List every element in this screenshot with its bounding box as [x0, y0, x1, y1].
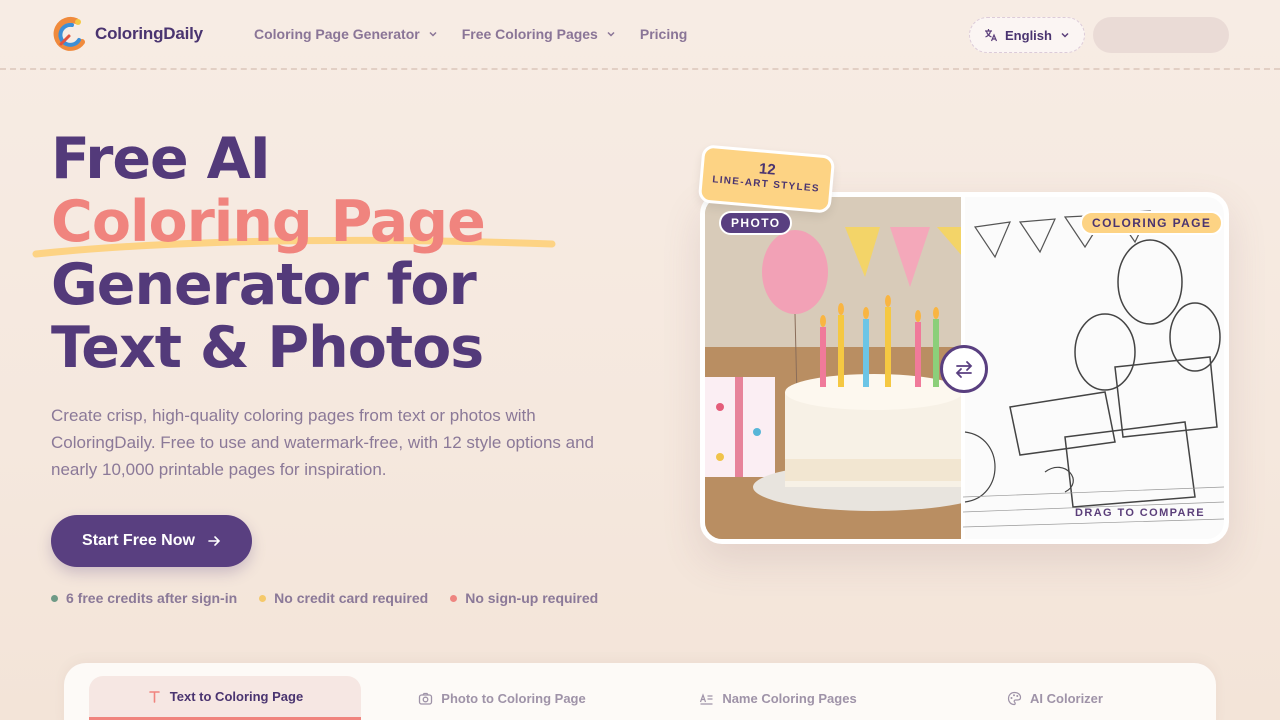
nav-label: Coloring Page Generator: [254, 26, 420, 42]
nav-label: Free Coloring Pages: [461, 26, 598, 42]
hero-title-line: Generator for: [51, 252, 477, 318]
brand-logo[interactable]: ColoringDaily: [52, 16, 203, 52]
language-label: English: [1005, 27, 1052, 43]
tab-photo-to-coloring-page[interactable]: Photo to Coloring Page: [396, 676, 608, 720]
cta-label: Start Free Now: [82, 532, 195, 549]
account-button-placeholder[interactable]: [1093, 17, 1229, 53]
nav-pricing[interactable]: Pricing: [640, 26, 687, 42]
line-art-styles-badge: 12 LINE-ART STYLES: [697, 144, 836, 214]
name-text-icon: [700, 692, 713, 705]
chevron-down-icon: [1061, 32, 1069, 38]
hero-title-accent: Coloring Page: [51, 189, 486, 255]
tab-label: AI Colorizer: [1030, 690, 1103, 706]
hero-title-line: Free AI: [51, 126, 271, 192]
coloring-page-tag: COLORING PAGE: [1080, 211, 1224, 235]
site-header: ColoringDaily Coloring Page Generator Fr…: [0, 0, 1280, 70]
perk-item: No credit card required: [259, 590, 428, 606]
tab-label: Name Coloring Pages: [722, 690, 857, 706]
logo-icon: [53, 16, 85, 51]
perk-dot: [450, 594, 458, 602]
translate-icon: [985, 29, 998, 42]
tab-label: Text to Coloring Page: [169, 689, 304, 704]
start-free-button[interactable]: Start Free Now: [51, 515, 252, 567]
perk-dot: [259, 594, 267, 602]
text-icon: [148, 691, 160, 703]
perk-item: 6 free credits after sign-in: [51, 590, 237, 606]
compare-slider-handle[interactable]: [940, 345, 988, 393]
perk-label: No sign-up required: [465, 590, 599, 606]
main-nav: Coloring Page Generator Free Coloring Pa…: [254, 26, 711, 42]
swap-arrows-icon: [955, 361, 973, 378]
camera-icon: [419, 692, 433, 705]
tab-ai-colorizer[interactable]: AI Colorizer: [990, 676, 1120, 720]
perk-item: No sign-up required: [450, 590, 598, 606]
palette-icon: [1007, 691, 1022, 705]
perk-dot: [51, 594, 58, 602]
perks-list: 6 free credits after sign-in No credit c…: [51, 590, 620, 606]
hero-title-line: Text & Photos: [51, 315, 484, 381]
chevron-down-icon: [429, 31, 437, 37]
hero-description: Create crisp, high-quality coloring page…: [51, 406, 594, 479]
tab-name-coloring-pages[interactable]: Name Coloring Pages: [684, 676, 872, 720]
language-selector[interactable]: English: [969, 17, 1085, 53]
brand-name: ColoringDaily: [95, 24, 203, 43]
arrow-right-icon: [208, 536, 221, 546]
perk-label: 6 free credits after sign-in: [66, 590, 238, 606]
tab-text-to-coloring-page[interactable]: Text to Coloring Page: [89, 676, 361, 720]
chevron-down-icon: [607, 31, 615, 37]
nav-free-coloring-pages[interactable]: Free Coloring Pages: [462, 26, 616, 42]
photo-tag: PHOTO: [719, 211, 793, 235]
perk-label: No credit card required: [274, 590, 429, 606]
nav-coloring-page-generator[interactable]: Coloring Page Generator: [254, 26, 438, 42]
tab-label: Photo to Coloring Page: [441, 690, 586, 706]
drag-to-compare-hint: DRAG TO COMPARE: [1075, 507, 1205, 519]
nav-label: Pricing: [639, 26, 688, 42]
hero-title: Free AI Coloring Page Generator for Text…: [51, 126, 486, 381]
